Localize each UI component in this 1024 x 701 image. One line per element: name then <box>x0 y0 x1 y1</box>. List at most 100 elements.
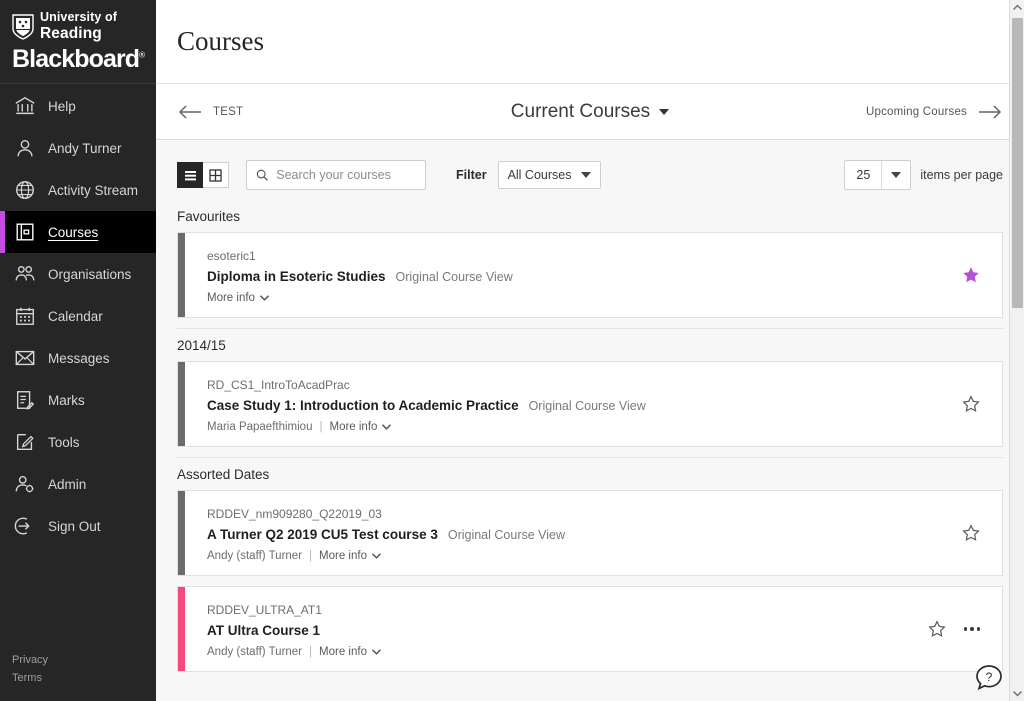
favourite-star-button[interactable] <box>927 620 946 638</box>
course-title-row: Diploma in Esoteric Studies Original Cou… <box>207 267 952 287</box>
course-instructor: Andy (staff) Turner <box>207 646 303 658</box>
terms-link[interactable]: Terms <box>12 669 156 687</box>
arrow-left-icon <box>178 104 201 119</box>
course-view-tag: Original Course View <box>447 528 566 542</box>
course-card-body: RDDEV_nm909280_Q22019_03 A Turner Q2 201… <box>185 491 952 575</box>
per-page-arrow <box>882 172 910 178</box>
page-header: Courses <box>156 0 1024 84</box>
envelope-icon <box>15 350 35 366</box>
star-outline-icon <box>927 620 946 637</box>
sidebar-item-label: Admin <box>48 476 87 492</box>
sidebar-item-marks[interactable]: Marks <box>0 379 156 421</box>
sidebar-item-profile[interactable]: Andy Turner <box>0 127 156 169</box>
course-card-actions <box>918 620 1003 638</box>
main-content: Courses TEST Current Courses Upcoming Co… <box>156 0 1024 701</box>
scroll-up-arrow[interactable] <box>1010 0 1024 15</box>
chevron-down-icon <box>581 172 592 178</box>
course-title-row: AT Ultra Course 1 <box>207 621 918 641</box>
current-term-dropdown[interactable]: Current Courses <box>511 101 670 123</box>
chevron-down-icon <box>891 172 902 178</box>
sidebar-item-label: Organisations <box>48 266 132 282</box>
course-id: RDDEV_ULTRA_AT1 <box>207 603 322 617</box>
course-group: 2014/15 RD_CS1_IntroToAcadPrac Case Stud… <box>177 328 1003 447</box>
course-meta: Maria Papaefthimiou | More info <box>207 421 952 433</box>
sidebar-item-messages[interactable]: Messages <box>0 337 156 379</box>
course-card-actions <box>952 395 1002 413</box>
sidebar-item-admin[interactable]: Admin <box>0 463 156 505</box>
search-container[interactable] <box>246 160 426 190</box>
more-info-button[interactable]: More info <box>207 292 269 304</box>
university-line1: University of <box>40 10 118 25</box>
tools-icon <box>16 433 34 451</box>
per-page-container: 25 items per page <box>844 160 1003 190</box>
more-info-label: More info <box>207 292 255 304</box>
reading-crest-icon <box>12 13 34 40</box>
course-meta: More info <box>207 292 952 304</box>
course-id: esoteric1 <box>207 249 256 263</box>
help-widget-button[interactable]: ? <box>974 663 1004 693</box>
course-accent-bar <box>178 233 185 317</box>
search-icon <box>256 169 268 181</box>
more-info-label: More info <box>319 550 367 562</box>
list-view-button[interactable] <box>177 162 203 188</box>
sidebar: University of Reading Blackboard® Help A… <box>0 0 156 701</box>
course-card-body: RDDEV_ULTRA_AT1 AT Ultra Course 1 Andy (… <box>185 587 918 671</box>
sidebar-item-organisations[interactable]: Organisations <box>0 253 156 295</box>
chevron-down-icon <box>1013 690 1022 697</box>
sidebar-item-activity-stream[interactable]: Activity Stream <box>0 169 156 211</box>
course-group: Assorted Dates RDDEV_nm909280_Q22019_03 … <box>177 457 1003 672</box>
chevron-down-icon <box>371 553 381 559</box>
course-card[interactable]: RDDEV_ULTRA_AT1 AT Ultra Course 1 Andy (… <box>177 586 1003 672</box>
sidebar-item-courses[interactable]: Courses <box>0 211 156 253</box>
course-title[interactable]: Diploma in Esoteric Studies <box>207 267 386 287</box>
chevron-down-icon <box>259 295 269 301</box>
course-title[interactable]: A Turner Q2 2019 CU5 Test course 3 <box>207 525 438 545</box>
blackboard-text: Blackboard <box>12 44 140 73</box>
previous-term-label: TEST <box>213 105 244 118</box>
scroll-down-arrow[interactable] <box>1010 686 1024 701</box>
favourite-star-button[interactable] <box>962 395 980 413</box>
sidebar-item-label: Courses <box>48 224 99 240</box>
more-info-button[interactable]: More info <box>319 550 381 562</box>
calendar-icon <box>16 307 34 325</box>
per-page-dropdown[interactable]: 25 <box>844 160 912 190</box>
scrollbar-thumb[interactable] <box>1012 18 1023 308</box>
bank-icon <box>15 96 35 115</box>
course-overflow-menu-button[interactable] <box>963 627 980 631</box>
favourite-star-button[interactable] <box>962 524 980 542</box>
admin-icon <box>15 475 34 493</box>
previous-term-button[interactable]: TEST <box>177 104 243 120</box>
page-scrollbar[interactable] <box>1009 0 1024 701</box>
sidebar-footer: Privacy Terms <box>0 651 156 701</box>
course-title[interactable]: Case Study 1: Introduction to Academic P… <box>207 396 519 416</box>
meta-separator: | <box>309 550 313 562</box>
favourite-star-button[interactable] <box>962 266 980 284</box>
privacy-link[interactable]: Privacy <box>12 651 156 669</box>
sidebar-item-label: Marks <box>48 392 85 408</box>
search-input[interactable] <box>276 168 416 182</box>
course-accent-bar <box>178 491 185 575</box>
sidebar-item-label: Andy Turner <box>48 140 122 156</box>
more-info-label: More info <box>319 646 367 658</box>
meta-separator: | <box>319 421 323 433</box>
grid-view-button[interactable] <box>203 162 229 188</box>
filter-dropdown[interactable]: All Courses <box>497 161 602 189</box>
next-term-button[interactable]: Upcoming Courses <box>866 104 1003 120</box>
grid-view-icon <box>209 168 222 182</box>
course-card[interactable]: RDDEV_nm909280_Q22019_03 A Turner Q2 201… <box>177 490 1003 576</box>
sidebar-item-help[interactable]: Help <box>0 85 156 127</box>
more-info-button[interactable]: More info <box>329 421 392 433</box>
group-heading: 2014/15 <box>177 338 226 353</box>
person-icon <box>17 139 33 157</box>
sidebar-item-calendar[interactable]: Calendar <box>0 295 156 337</box>
course-title[interactable]: AT Ultra Course 1 <box>207 621 320 641</box>
sidebar-item-sign-out[interactable]: Sign Out <box>0 505 156 547</box>
group-heading: Favourites <box>177 209 241 224</box>
more-info-button[interactable]: More info <box>319 646 381 658</box>
per-page-value: 25 <box>845 161 883 189</box>
sidebar-item-label: Activity Stream <box>48 182 139 198</box>
course-card[interactable]: RD_CS1_IntroToAcadPrac Case Study 1: Int… <box>177 361 1003 447</box>
course-card[interactable]: esoteric1 Diploma in Esoteric Studies Or… <box>177 232 1003 318</box>
sidebar-item-tools[interactable]: Tools <box>0 421 156 463</box>
list-view-icon <box>184 170 196 180</box>
